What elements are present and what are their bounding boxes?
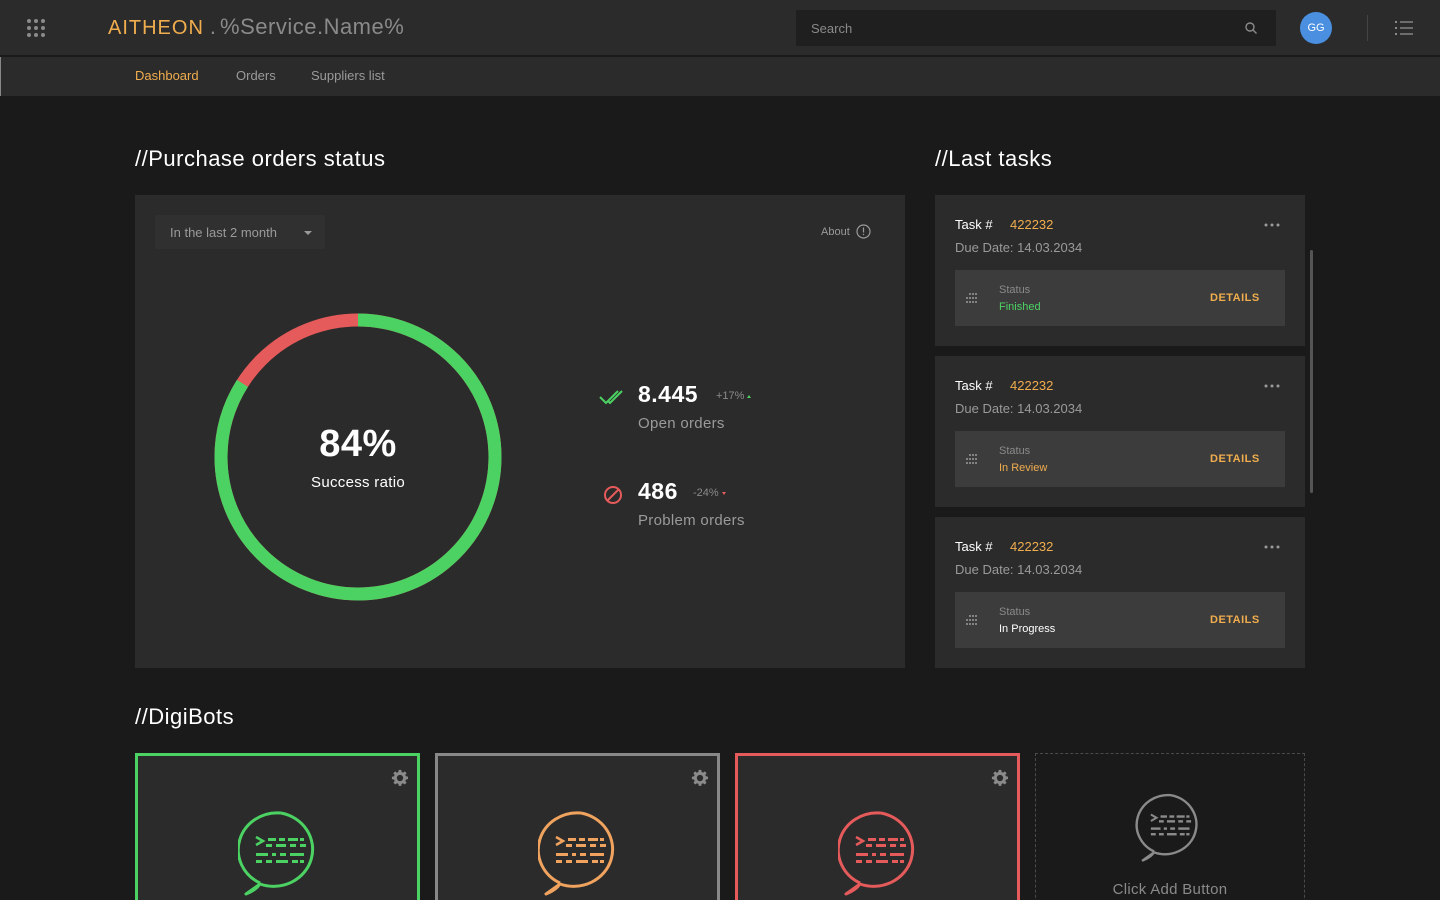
status-label: Status [999,606,1031,618]
tasks-scrollbar[interactable] [1310,250,1313,493]
more-options-icon[interactable] [1264,539,1280,555]
success-percent: 84% [319,423,397,465]
period-value: In the last 2 month [170,224,277,240]
status-value: Finished [999,301,1041,313]
problem-orders-value: 486 [638,478,678,504]
problem-orders-delta: -24% [693,487,726,499]
search-icon[interactable] [1244,21,1258,35]
digibot-card[interactable] [135,753,420,900]
search-box [796,10,1276,46]
open-orders-delta: +17% [716,390,752,402]
blocked-icon [604,486,622,504]
caret-down-icon [304,231,312,235]
drag-handle-icon[interactable] [965,292,979,304]
brand-logo: AITHEON [108,17,204,39]
task-number[interactable]: 422232 [1010,378,1053,393]
donut-center: 84% Success ratio [213,312,503,602]
tasks-list: Task # 422232 Due Date: 14.03.2034 Statu… [935,195,1305,668]
details-button[interactable]: DETAILS [1210,292,1260,304]
add-digibot-button[interactable]: Click Add Button [1035,753,1305,900]
about-link[interactable]: About [821,224,871,239]
status-value: In Progress [999,623,1056,635]
info-icon [856,224,871,239]
chat-bot-icon [838,811,915,896]
task-card: Task # 422232 Due Date: 14.03.2034 Statu… [935,517,1305,668]
gear-icon[interactable] [691,769,709,787]
tab-orders[interactable]: Orders [236,68,276,83]
task-number[interactable]: 422232 [1010,217,1053,232]
digibot-card[interactable] [435,753,720,900]
purchase-orders-title: //Purchase orders status [135,146,386,171]
period-dropdown[interactable]: In the last 2 month [155,215,325,249]
tab-suppliers-list[interactable]: Suppliers list [311,68,385,83]
add-digibot-label: Click Add Button [1112,881,1228,898]
task-status-box: Status In Progress DETAILS [955,592,1285,648]
task-label: Task # [955,378,993,393]
brand-separator: . [209,14,217,39]
apps-grid-icon[interactable] [26,18,46,38]
service-name: %Service.Name% [220,14,405,39]
task-due-date: Due Date: 14.03.2034 [955,562,1083,577]
gear-icon[interactable] [991,769,1009,787]
task-due-date: Due Date: 14.03.2034 [955,401,1083,416]
tab-dashboard[interactable]: Dashboard [135,68,199,83]
last-tasks-title: //Last tasks [935,146,1053,171]
task-due-date: Due Date: 14.03.2034 [955,240,1083,255]
trend-up-icon [747,394,752,398]
avatar[interactable]: GG [1300,12,1332,44]
status-value: In Review [999,462,1048,474]
open-orders-value: 8.445 [638,381,699,407]
sub-navigation: Dashboard Orders Suppliers list [0,57,1440,96]
purchase-orders-card: In the last 2 month About 84% Success ra… [135,195,905,668]
more-options-icon[interactable] [1264,378,1280,394]
task-status-box: Status In Review DETAILS [955,431,1285,487]
drag-handle-icon[interactable] [965,453,979,465]
top-header: AITHEON . %Service.Name% GG [0,0,1440,56]
problem-orders-label: Problem orders [638,512,745,529]
digibots-title: //DigiBots [135,704,235,729]
double-check-icon [599,390,623,405]
digibot-card[interactable] [735,753,1020,900]
more-options-icon[interactable] [1264,217,1280,233]
drag-handle-icon[interactable] [965,614,979,626]
chat-bot-icon [538,811,615,896]
success-label: Success ratio [311,474,405,491]
details-button[interactable]: DETAILS [1210,453,1260,465]
task-number[interactable]: 422232 [1010,539,1053,554]
task-card: Task # 422232 Due Date: 14.03.2034 Statu… [935,195,1305,346]
details-button[interactable]: DETAILS [1210,614,1260,626]
header-divider [1367,15,1368,41]
gear-icon[interactable] [391,769,409,787]
brand[interactable]: AITHEON . %Service.Name% [108,14,404,40]
trend-down-icon [721,491,726,495]
open-orders-label: Open orders [638,415,725,432]
about-label: About [821,225,850,238]
task-label: Task # [955,217,993,232]
status-label: Status [999,445,1031,457]
task-label: Task # [955,539,993,554]
search-input[interactable] [796,10,1236,46]
status-label: Status [999,284,1031,296]
list-menu-icon[interactable] [1395,20,1413,36]
chat-bot-icon [1135,793,1198,862]
task-status-box: Status Finished DETAILS [955,270,1285,326]
task-card: Task # 422232 Due Date: 14.03.2034 Statu… [935,356,1305,507]
chat-bot-icon [238,811,315,896]
